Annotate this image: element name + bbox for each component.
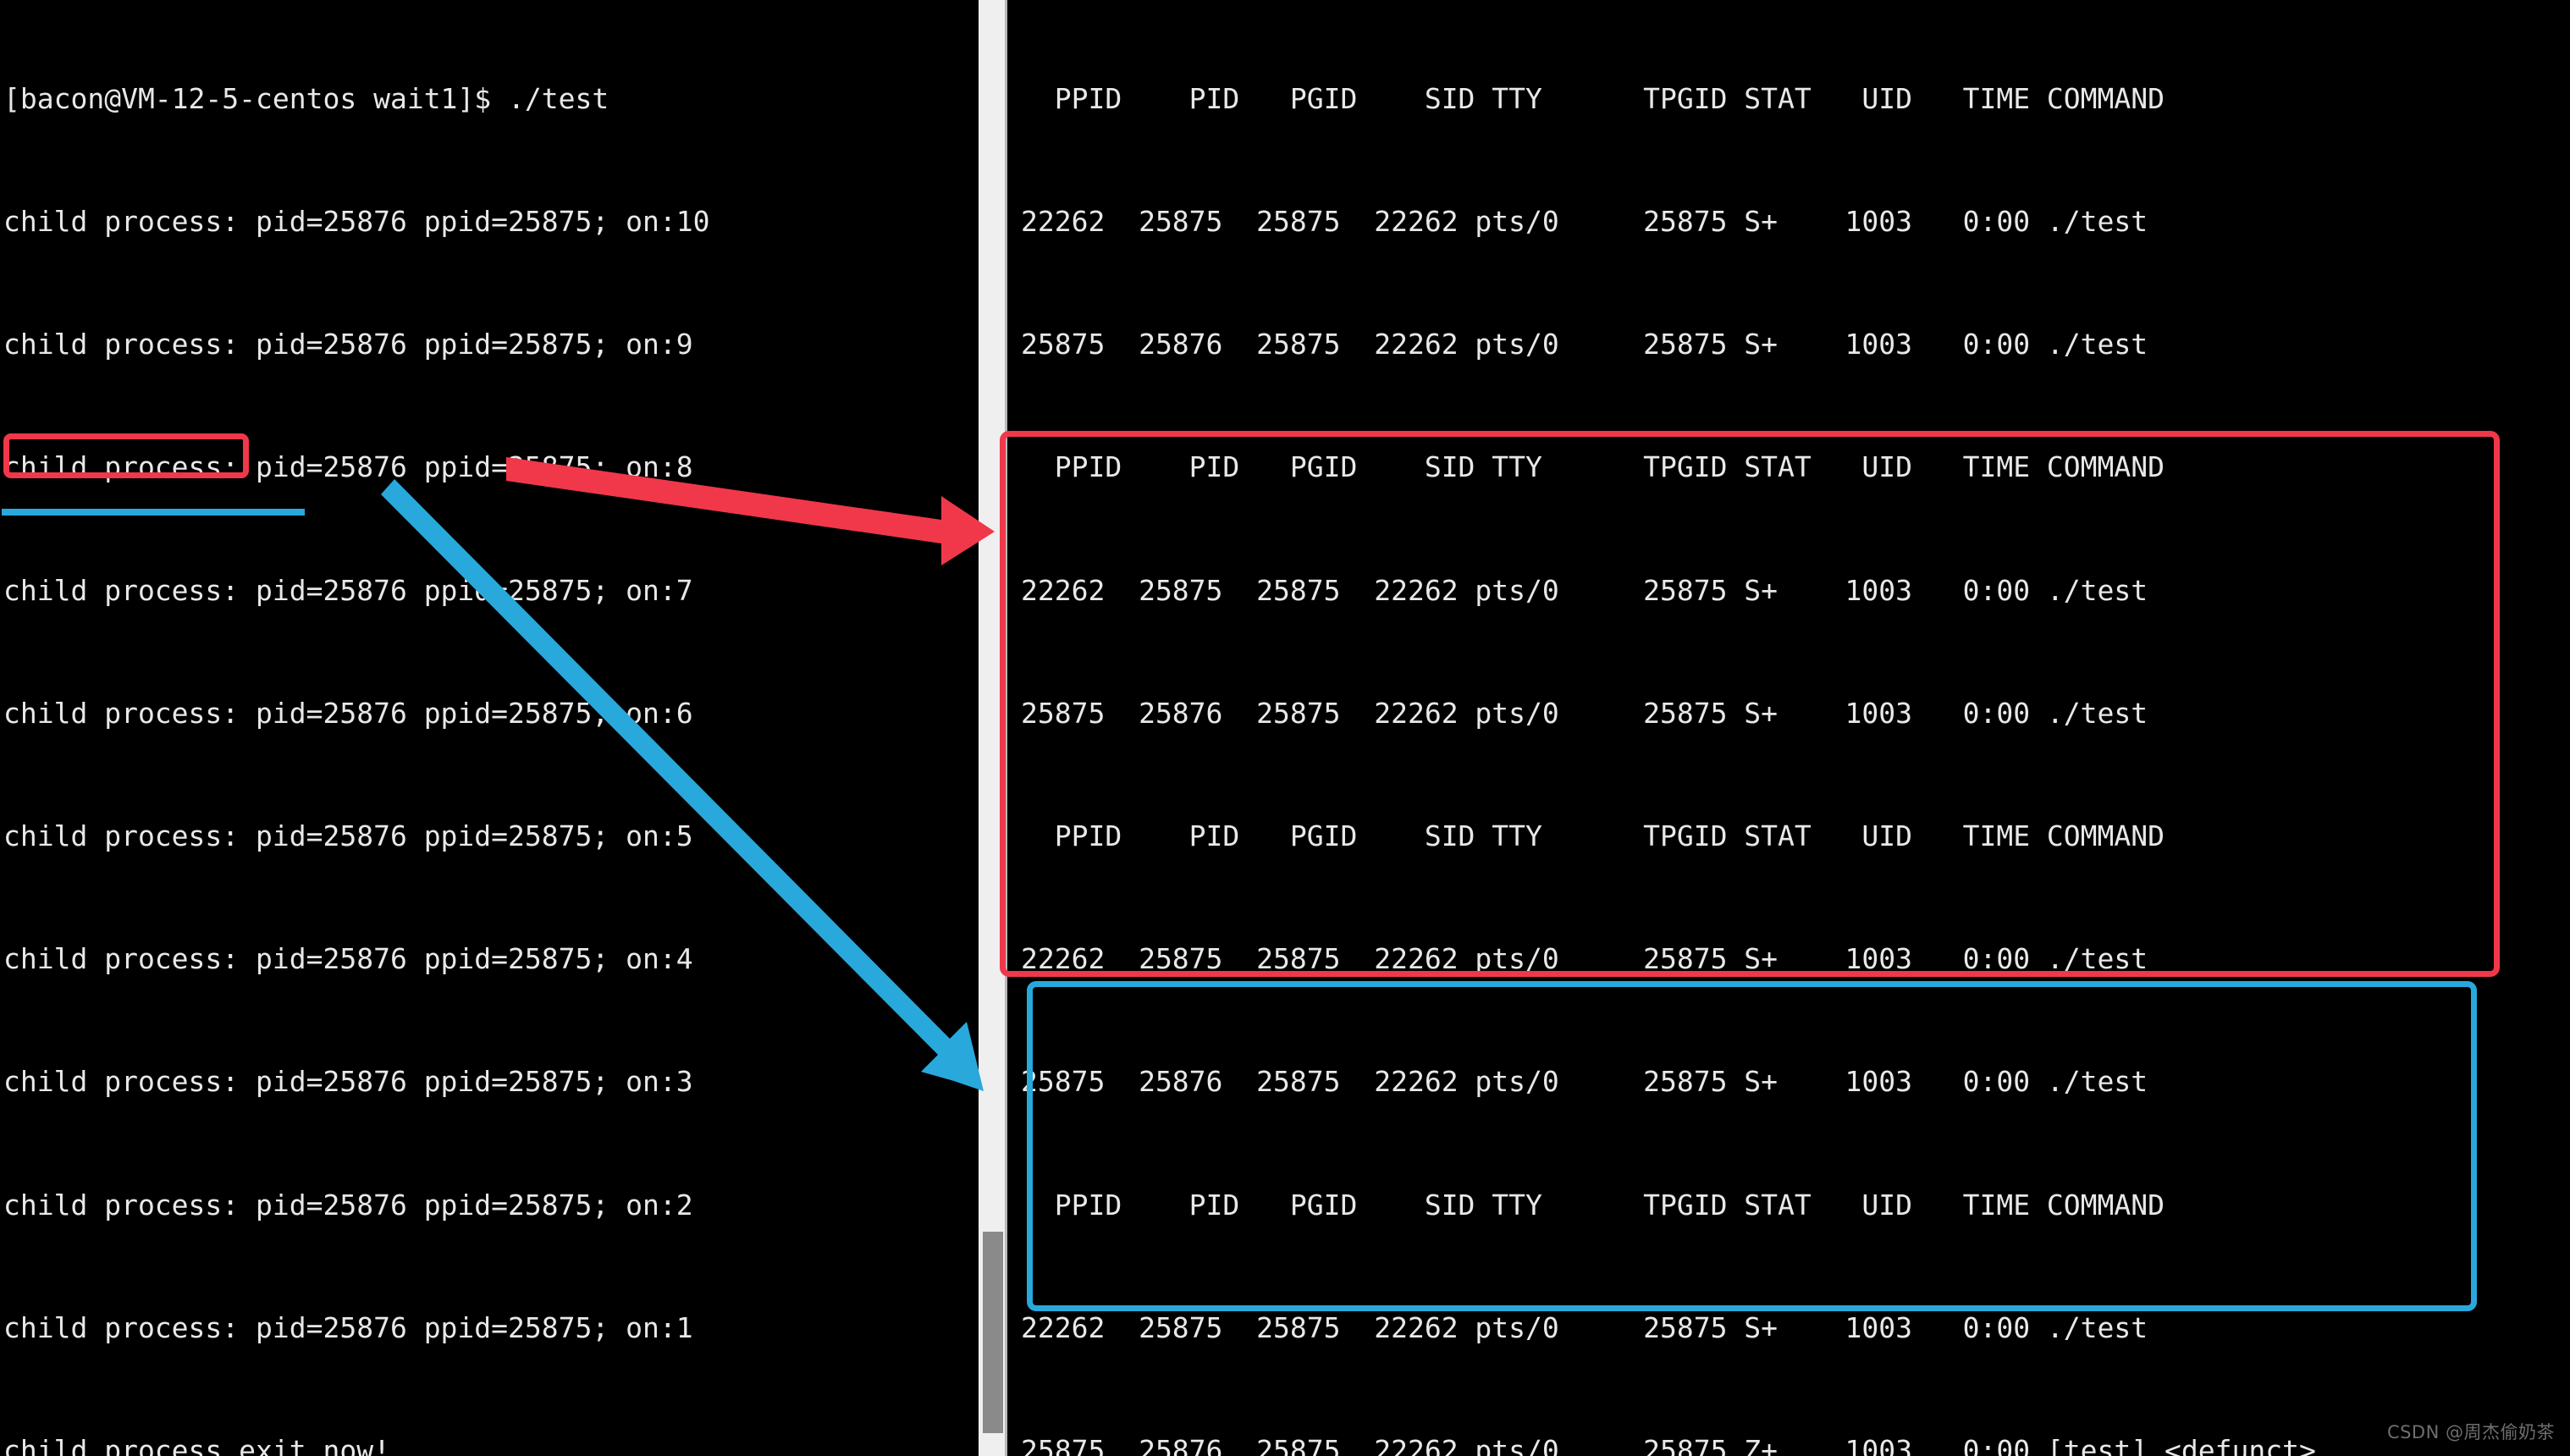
terminal-line: child process: pid=25876 ppid=25875; on:… <box>3 573 693 607</box>
terminal-line: child process: pid=25876 ppid=25875; on:… <box>3 205 710 239</box>
ps-header-row: PPID PID PGID SID TTY TPGID STAT UID TIM… <box>1021 819 2165 853</box>
ps-data-row: 22262 25875 25875 22262 pts/0 25875 S+ 1… <box>1021 573 2148 607</box>
pane-divider-scrollbar[interactable] <box>979 0 1007 1456</box>
ps-data-row: 25875 25876 25875 22262 pts/0 25875 S+ 1… <box>1021 328 2148 361</box>
terminal-line: child process: pid=25876 ppid=25875; on:… <box>3 1065 693 1099</box>
ps-data-row: 22262 25875 25875 22262 pts/0 25875 S+ 1… <box>1021 942 2148 976</box>
terminal-line: child process: pid=25876 ppid=25875; on:… <box>3 696 693 730</box>
ps-header-row: PPID PID PGID SID TTY TPGID STAT UID TIM… <box>1021 450 2165 484</box>
terminal-line-exit-now: child process exit now! <box>3 1434 390 1456</box>
ps-header-row: PPID PID PGID SID TTY TPGID STAT UID TIM… <box>1021 1188 2165 1222</box>
terminal-line: child process: pid=25876 ppid=25875; on:… <box>3 1188 693 1222</box>
left-terminal-output: [bacon@VM-12-5-centos wait1]$ ./test chi… <box>3 0 709 1456</box>
terminal-line: child process: pid=25876 ppid=25875; on:… <box>3 450 693 484</box>
ps-data-row: 25875 25876 25875 22262 pts/0 25875 S+ 1… <box>1021 696 2148 730</box>
terminal-line: child process: pid=25876 ppid=25875; on:… <box>3 328 693 361</box>
scrollbar-thumb[interactable] <box>983 1232 1003 1433</box>
ps-data-row: 25875 25876 25875 22262 pts/0 25875 S+ 1… <box>1021 1065 2148 1099</box>
right-terminal-output: PPID PID PGID SID TTY TPGID STAT UID TIM… <box>1021 0 2316 1456</box>
ps-data-row: 22262 25875 25875 22262 pts/0 25875 S+ 1… <box>1021 205 2148 239</box>
left-terminal-pane[interactable]: [bacon@VM-12-5-centos wait1]$ ./test chi… <box>0 0 979 1456</box>
ps-data-row-defunct: 25875 25876 25875 22262 pts/0 25875 Z+ 1… <box>1021 1434 2316 1456</box>
ps-header-row: PPID PID PGID SID TTY TPGID STAT UID TIM… <box>1021 81 2165 115</box>
ps-data-row: 22262 25875 25875 22262 pts/0 25875 S+ 1… <box>1021 1310 2148 1344</box>
terminal-line: [bacon@VM-12-5-centos wait1]$ ./test <box>3 81 609 115</box>
terminal-line: child process: pid=25876 ppid=25875; on:… <box>3 942 693 976</box>
right-terminal-pane[interactable]: PPID PID PGID SID TTY TPGID STAT UID TIM… <box>1007 0 2570 1456</box>
terminal-line: child process: pid=25876 ppid=25875; on:… <box>3 819 693 853</box>
terminal-line: child process: pid=25876 ppid=25875; on:… <box>3 1310 693 1344</box>
